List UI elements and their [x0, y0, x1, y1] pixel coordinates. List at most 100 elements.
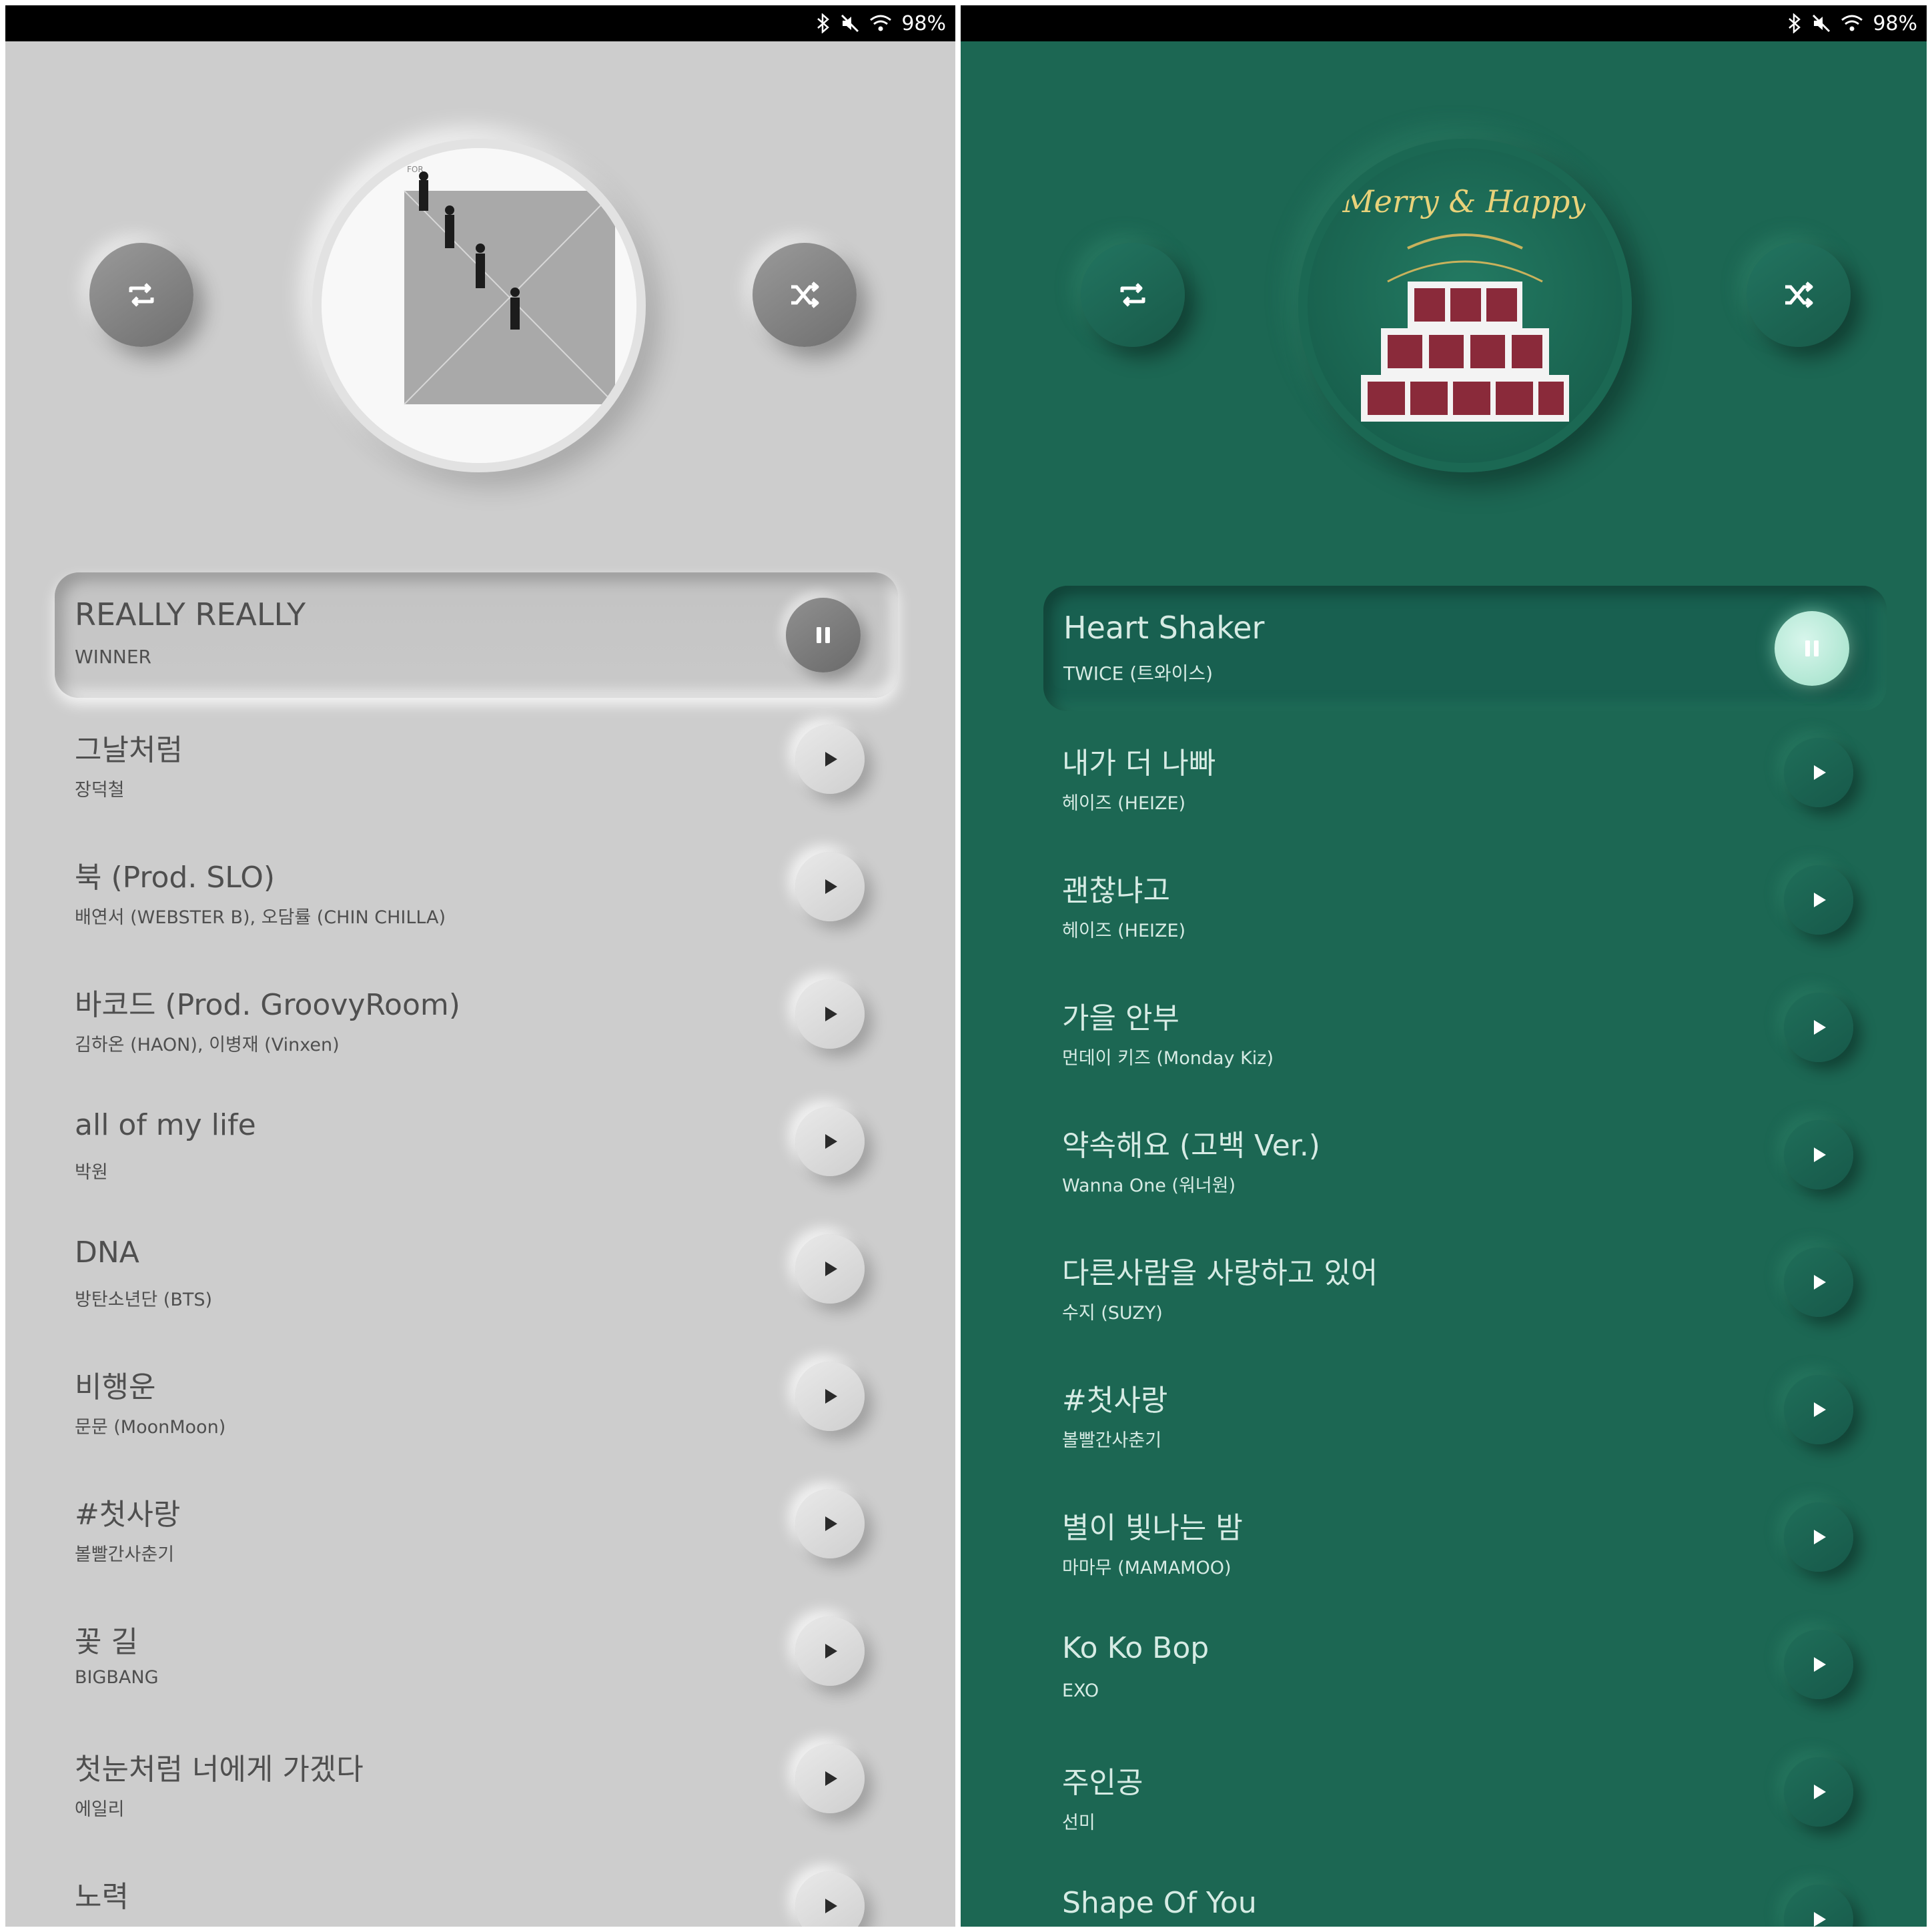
song-artist: 볼빨간사춘기: [1062, 1430, 1162, 1451]
repeat-icon: [1120, 283, 1145, 307]
song-artist: 장덕철: [75, 780, 125, 801]
song-row[interactable]: 약속해요 (고백 Ver.) Wanna One (워너원): [961, 1093, 1927, 1221]
song-row[interactable]: 첫눈처럼 너에게 가겠다 에일리: [5, 1717, 955, 1845]
song-artist: 에일리: [75, 1799, 125, 1820]
play-icon: [825, 1389, 837, 1404]
status-bar: 98%: [961, 5, 1927, 41]
play-button[interactable]: [1784, 1757, 1853, 1827]
battery-percent: 98%: [1873, 11, 1917, 35]
song-row[interactable]: 가을 안부 먼데이 키즈 (Monday Kiz): [961, 966, 1927, 1093]
play-button[interactable]: [1784, 1885, 1853, 1927]
song-artist: 선미: [1062, 1813, 1095, 1833]
song-title: 괜찮냐고: [1062, 874, 1170, 908]
green-theme-player: 98% Merry & Happy Heart Shaker TWICE (트와…: [961, 5, 1927, 1927]
play-button[interactable]: [795, 724, 865, 794]
wifi-icon: [869, 13, 892, 33]
play-icon: [825, 1644, 837, 1658]
pause-button[interactable]: [1775, 611, 1849, 686]
now-playing-artist: WINNER: [75, 646, 151, 668]
play-button[interactable]: [1784, 1502, 1853, 1572]
play-icon: [1814, 893, 1826, 907]
song-row[interactable]: 괜찮냐고 헤이즈 (HEIZE): [961, 839, 1927, 966]
play-button[interactable]: [1784, 1375, 1853, 1444]
song-title: 다른사람을 사랑하고 있어: [1062, 1256, 1378, 1290]
play-button[interactable]: [795, 1744, 865, 1813]
song-artist: 마마무 (MAMAMOO): [1062, 1558, 1232, 1578]
play-button[interactable]: [795, 1362, 865, 1431]
play-button[interactable]: [1784, 1248, 1853, 1317]
song-row[interactable]: 바코드 (Prod. GroovyRoom) 김하온 (HAON), 이병재 (…: [5, 953, 955, 1080]
song-title: Ko Ko Bop: [1062, 1631, 1210, 1665]
repeat-button[interactable]: [89, 243, 193, 347]
song-row[interactable]: 노력: [5, 1845, 955, 1927]
play-icon: [825, 752, 837, 767]
play-button[interactable]: [1784, 1630, 1853, 1699]
song-row[interactable]: 다른사람을 사랑하고 있어 수지 (SUZY): [961, 1221, 1927, 1348]
song-row[interactable]: 주인공 선미: [961, 1731, 1927, 1858]
play-button[interactable]: [795, 979, 865, 1049]
song-artist: EXO: [1062, 1680, 1099, 1701]
play-button[interactable]: [1784, 865, 1853, 935]
play-icon: [825, 1007, 837, 1021]
song-row[interactable]: #첫사랑 볼빨간사춘기: [5, 1462, 955, 1590]
song-row[interactable]: Shape Of You: [961, 1858, 1927, 1927]
battery-percent: 98%: [901, 11, 946, 35]
play-button[interactable]: [795, 1616, 865, 1686]
play-icon: [1814, 1657, 1826, 1672]
song-artist: 박원: [75, 1162, 108, 1183]
song-row[interactable]: Ko Ko Bop EXO: [961, 1603, 1927, 1731]
song-title: 약속해요 (고백 Ver.): [1062, 1129, 1320, 1163]
album-cover-image: FOR: [322, 148, 636, 463]
play-button[interactable]: [795, 1489, 865, 1558]
pause-button[interactable]: [786, 598, 861, 672]
song-row[interactable]: 꽃 길 BIGBANG: [5, 1590, 955, 1717]
song-title: 첫눈처럼 너에게 가겠다: [75, 1753, 364, 1787]
now-playing-item[interactable]: REALLY REALLY WINNER: [55, 572, 898, 698]
song-title: #첫사랑: [75, 1498, 181, 1532]
play-icon: [1814, 1275, 1826, 1290]
play-button[interactable]: [795, 1871, 865, 1927]
song-title: 별이 빛나는 밤: [1062, 1511, 1243, 1545]
play-button[interactable]: [795, 1107, 865, 1176]
now-playing-item[interactable]: Heart Shaker TWICE (트와이스): [1043, 586, 1887, 711]
play-icon: [825, 1516, 837, 1531]
song-title: 가을 안부: [1062, 1001, 1179, 1035]
song-title: 주인공: [1062, 1766, 1143, 1800]
shuffle-button[interactable]: [753, 243, 857, 347]
song-artist: 수지 (SUZY): [1062, 1303, 1163, 1324]
shuffle-icon: [1785, 282, 1813, 308]
bluetooth-icon: [1787, 13, 1802, 33]
play-button[interactable]: [1784, 738, 1853, 807]
song-row[interactable]: 내가 더 나빠 헤이즈 (HEIZE): [961, 711, 1927, 839]
album-cover-image: Merry & Happy: [1342, 183, 1588, 422]
song-artist: Wanna One (워너원): [1062, 1175, 1236, 1196]
mute-icon: [1811, 13, 1831, 33]
song-title: 북 (Prod. SLO): [75, 861, 276, 895]
play-icon: [1814, 1912, 1826, 1927]
play-button[interactable]: [1784, 1120, 1853, 1189]
song-list: 내가 더 나빠 헤이즈 (HEIZE) 괜찮냐고 헤이즈 (HEIZE) 가을 …: [961, 711, 1927, 1927]
play-button[interactable]: [795, 852, 865, 921]
repeat-icon: [129, 283, 154, 307]
song-row[interactable]: DNA 방탄소년단 (BTS): [5, 1208, 955, 1335]
repeat-button[interactable]: [1081, 243, 1185, 347]
play-button[interactable]: [795, 1234, 865, 1304]
shuffle-button[interactable]: [1747, 243, 1851, 347]
song-row[interactable]: 그날처럼 장덕철: [5, 698, 955, 825]
svg-text:Merry & Happy: Merry & Happy: [1342, 183, 1588, 219]
album-art: FOR: [312, 139, 646, 472]
now-playing-title: REALLY REALLY: [75, 596, 306, 632]
song-row[interactable]: 북 (Prod. SLO) 배연서 (WEBSTER B), 오담률 (CHIN…: [5, 825, 955, 953]
song-title: 내가 더 나빠: [1062, 747, 1216, 781]
play-button[interactable]: [1784, 993, 1853, 1062]
pause-icon: [1805, 640, 1819, 656]
song-title: DNA: [75, 1236, 139, 1270]
album-art: Merry & Happy: [1298, 139, 1632, 472]
play-icon: [1814, 1020, 1826, 1035]
song-row[interactable]: all of my life 박원: [5, 1080, 955, 1208]
song-row[interactable]: 비행운 문문 (MoonMoon): [5, 1335, 955, 1462]
song-row[interactable]: #첫사랑 볼빨간사춘기: [961, 1348, 1927, 1476]
play-icon: [825, 1134, 837, 1149]
song-row[interactable]: 별이 빛나는 밤 마마무 (MAMAMOO): [961, 1476, 1927, 1603]
song-list: 그날처럼 장덕철 북 (Prod. SLO) 배연서 (WEBSTER B), …: [5, 698, 955, 1927]
